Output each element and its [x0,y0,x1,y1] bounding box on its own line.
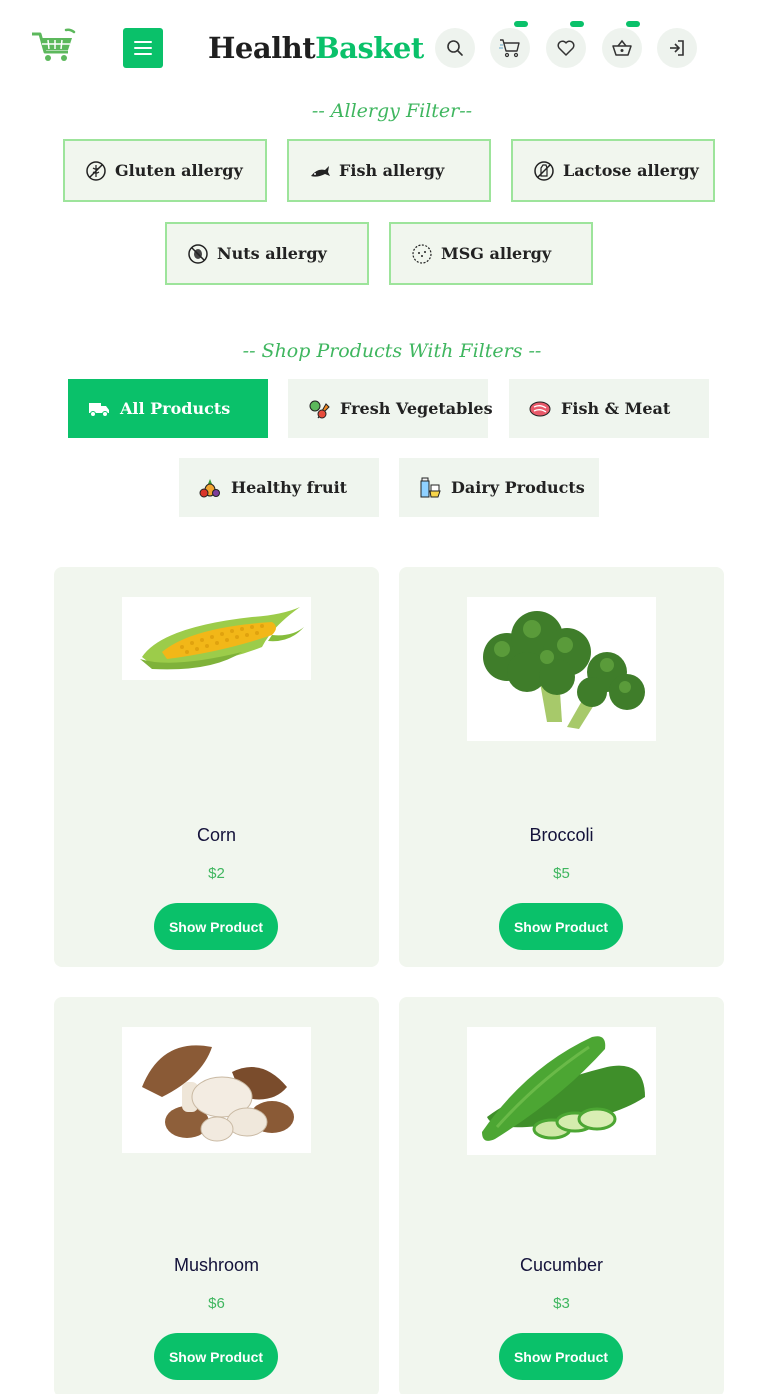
show-product-button[interactable]: Show Product [154,903,278,950]
fruit-icon [199,477,221,499]
allergy-filter-msg[interactable]: MSG allergy [389,222,593,285]
wishlist-button[interactable] [546,21,586,68]
category-label: Fresh Vegetables [340,399,493,418]
menu-button[interactable] [123,28,163,68]
category-healthy-fruit[interactable]: Healthy fruit [179,458,379,517]
vegetables-icon [308,398,330,420]
product-name: Corn [196,825,236,845]
truck-icon [88,398,110,420]
category-label: Healthy fruit [231,478,348,497]
hamburger-line [134,47,152,49]
product-name: Cucumber [519,1255,604,1275]
shopping-cart-logo[interactable] [30,28,76,64]
brand-part-1: Healht [208,31,316,65]
corn-image[interactable] [122,597,311,680]
basket-icon [612,39,632,56]
wishlist-count-badge [570,21,584,27]
search-icon [447,40,463,56]
cart-icon [499,39,520,58]
show-product-button[interactable]: Show Product [499,1333,623,1380]
product-price: $3 [553,1295,570,1312]
msg-icon [411,243,433,265]
allergy-filter-gluten[interactable]: Gluten allergy [63,139,267,202]
basket-button[interactable] [602,21,642,68]
cart-button[interactable] [490,21,530,68]
brand-name[interactable]: HealhtBasket [208,29,424,67]
hamburger-line [134,53,152,55]
hamburger-menu-icon [134,41,152,43]
allergy-filter-title: -- Allergy Filter-- [311,100,473,122]
search-button[interactable] [435,28,475,68]
heart-icon [557,40,575,56]
brand-part-2: Basket [315,31,424,65]
allergy-label: MSG allergy [441,244,552,263]
fish-icon [309,160,331,182]
broccoli-image[interactable] [467,597,656,741]
cart-count-badge [514,21,528,27]
basket-count-badge [626,21,640,27]
no-gluten-icon [85,160,107,182]
product-card-mushroom: Mushroom $6 Show Product [54,997,379,1394]
product-name: Broccoli [529,825,594,845]
allergy-filter-lactose[interactable]: Lactose allergy [511,139,715,202]
shop-filter-title: -- Shop Products With Filters -- [242,340,542,362]
no-lactose-icon [533,160,555,182]
product-price: $2 [208,865,225,882]
category-dairy-products[interactable]: Dairy Products [399,458,599,517]
site-header: HealhtBasket [0,0,784,95]
show-product-button[interactable]: Show Product [499,903,623,950]
product-card-corn: Corn $2 Show Product [54,567,379,967]
category-fresh-vegetables[interactable]: Fresh Vegetables [288,379,493,438]
product-price: $5 [553,865,570,882]
allergy-filter-fish[interactable]: Fish allergy [287,139,491,202]
category-fish-meat[interactable]: Fish & Meat [509,379,709,438]
dairy-icon [419,477,441,499]
allergy-label: Lactose allergy [563,161,699,180]
no-nuts-icon [187,243,209,265]
product-name: Mushroom [173,1255,260,1275]
allergy-label: Nuts allergy [217,244,327,263]
product-card-broccoli: Broccoli $5 Show Product [399,567,724,967]
product-card-cucumber: Cucumber $3 Show Product [399,997,724,1394]
login-icon [670,40,684,56]
mushroom-image[interactable] [122,1027,311,1153]
product-price: $6 [208,1295,225,1312]
show-product-button[interactable]: Show Product [154,1333,278,1380]
category-label: Dairy Products [451,478,585,497]
login-button[interactable] [657,28,697,68]
meat-icon [529,398,551,420]
category-all-products[interactable]: All Products [68,379,268,438]
cucumber-image[interactable] [467,1027,656,1155]
category-label: All Products [120,399,231,418]
allergy-filter-nuts[interactable]: Nuts allergy [165,222,369,285]
allergy-label: Fish allergy [339,161,445,180]
allergy-label: Gluten allergy [115,161,243,180]
category-label: Fish & Meat [561,399,671,418]
